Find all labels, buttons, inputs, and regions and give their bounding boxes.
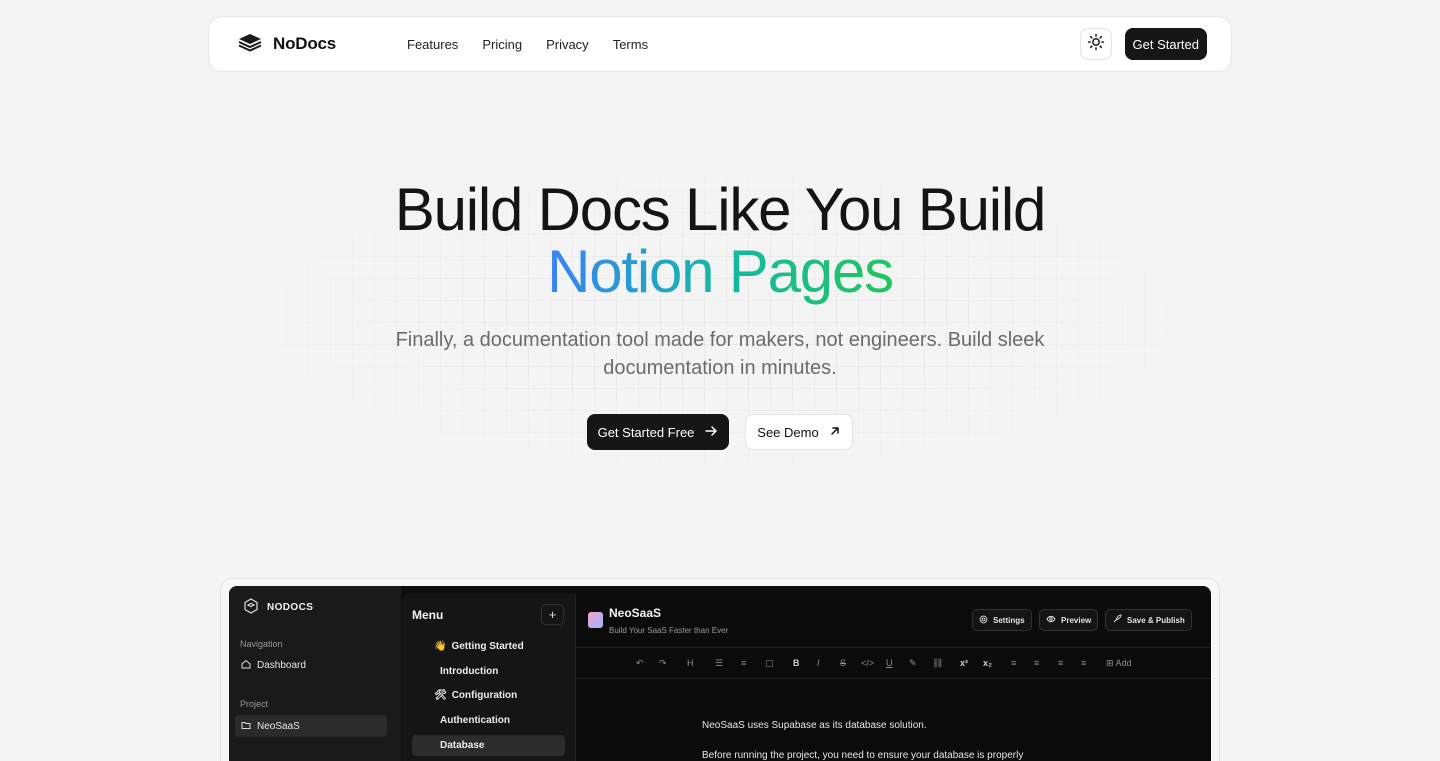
underline-button[interactable]: U: [886, 658, 893, 668]
gear-icon: [979, 615, 988, 626]
strike-button[interactable]: S: [840, 658, 846, 668]
hero-title: Build Docs Like You Build: [394, 176, 1047, 243]
add-block-label: Add: [1115, 658, 1132, 668]
align-center-icon[interactable]: ≡: [1034, 658, 1039, 668]
image-plus-icon: ⊞: [1106, 658, 1116, 668]
brand-name: NoDocs: [273, 34, 337, 53]
app-preview: NODOCS Navigation Dashboard Project NeoS…: [229, 586, 1211, 761]
redo-icon[interactable]: ↷: [659, 658, 667, 669]
top-navbar: NoDocs Features Pricing Privacy Terms Ge…: [208, 16, 1232, 72]
doc-paragraph[interactable]: Before running the project, you need to …: [702, 750, 1023, 761]
bold-button[interactable]: B: [793, 658, 800, 668]
nav-link-terms[interactable]: Terms: [613, 37, 648, 52]
menu-item-label: Configuration: [451, 690, 518, 701]
home-icon: [241, 659, 251, 672]
wave-emoji-icon: 👋: [434, 641, 447, 652]
code-button[interactable]: </>: [861, 658, 874, 668]
app-brand-name: NODOCS: [267, 602, 314, 613]
theme-toggle-button[interactable]: [1079, 28, 1112, 60]
bullet-list-icon[interactable]: ☰: [715, 658, 723, 669]
folder-icon: [241, 720, 251, 733]
doc-editor: NeoSaaS Build Your SaaS Faster than Ever…: [575, 594, 1211, 761]
quote-icon[interactable]: ▢: [765, 658, 774, 669]
menu-title: Menu: [412, 608, 444, 622]
sidebar-item-label: Dashboard: [257, 659, 306, 671]
settings-label: Settings: [993, 615, 1025, 625]
menu-item-label: Introduction: [440, 666, 499, 677]
layers-logo-icon: [237, 32, 263, 57]
sidebar-item-dashboard[interactable]: Dashboard: [235, 654, 387, 676]
menu-item-getting-started[interactable]: 👋 Getting Started: [412, 636, 565, 657]
align-left-icon[interactable]: ≡: [1011, 658, 1016, 668]
heading-button[interactable]: H: [687, 658, 694, 668]
nav-link-privacy[interactable]: Privacy: [546, 37, 589, 52]
preview-button[interactable]: Preview: [1039, 609, 1099, 631]
menu-item-authentication[interactable]: Authentication: [412, 710, 565, 731]
menu-item-database[interactable]: Database: [412, 735, 565, 756]
menu-item-introduction[interactable]: Introduction: [412, 661, 565, 682]
nav-link-pricing[interactable]: Pricing: [482, 37, 522, 52]
sidebar-item-label: NeoSaaS: [257, 720, 300, 732]
doc-paragraph[interactable]: NeoSaaS uses Supabase as its database so…: [702, 720, 927, 731]
see-demo-label: See Demo: [757, 424, 819, 440]
doc-subtitle: Build Your SaaS Faster than Ever: [609, 626, 729, 635]
add-block-button[interactable]: ⊞ Add: [1106, 658, 1132, 669]
undo-icon[interactable]: ↶: [636, 658, 644, 669]
sidebar-item-project[interactable]: NeoSaaS: [235, 715, 387, 737]
settings-button[interactable]: Settings: [972, 609, 1032, 631]
hero-title-accent: Notion Pages: [0, 242, 1440, 302]
align-right-icon[interactable]: ≡: [1058, 658, 1063, 668]
nav-section-label: Navigation: [240, 639, 283, 649]
subscript-button[interactable]: x₂: [983, 658, 992, 668]
arrow-up-right-icon: [829, 425, 841, 440]
app-brand: NODOCS: [243, 598, 313, 617]
get-started-button[interactable]: Get Started: [1124, 28, 1207, 60]
editor-header: NeoSaaS Build Your SaaS Faster than Ever…: [576, 594, 1211, 648]
superscript-button[interactable]: x²: [960, 658, 968, 668]
brand[interactable]: NoDocs: [237, 32, 407, 57]
align-justify-icon[interactable]: ≡: [1081, 658, 1086, 668]
doc-title: NeoSaaS: [609, 606, 662, 620]
highlight-icon[interactable]: ✎: [909, 658, 917, 669]
project-logo-icon: [588, 612, 603, 628]
eye-icon: [1046, 615, 1056, 625]
see-demo-button[interactable]: See Demo: [745, 414, 853, 450]
hero-grid-background: [0, 80, 1440, 560]
get-started-free-button[interactable]: Get Started Free: [587, 414, 729, 450]
save-publish-button[interactable]: Save & Publish: [1105, 609, 1192, 631]
docs-menu: Menu + 👋 Getting Started Introduction 🛠 …: [402, 594, 575, 761]
hero-title-accent-text: Notion Pages: [547, 238, 894, 305]
ordered-list-icon[interactable]: ≡: [741, 658, 746, 668]
app-sidebar: NODOCS Navigation Dashboard Project NeoS…: [229, 586, 401, 761]
arrow-right-icon: [704, 424, 718, 441]
sun-icon: [1087, 33, 1105, 56]
save-publish-label: Save & Publish: [1127, 615, 1185, 625]
menu-item-label: Getting Started: [451, 641, 524, 652]
nav-link-features[interactable]: Features: [407, 37, 458, 52]
get-started-free-label: Get Started Free: [597, 424, 695, 440]
preview-label: Preview: [1061, 615, 1092, 625]
formatting-toolbar: ↶ ↷ H ☰ ≡ ▢ B I S </> U ✎ ⛓ x² x₂ ≡ ≡ ≡ …: [576, 649, 1211, 679]
nav-links: Features Pricing Privacy Terms: [407, 37, 648, 52]
hexagon-logo-icon: [243, 598, 259, 617]
rocket-icon: [1112, 614, 1122, 626]
add-page-button[interactable]: +: [541, 604, 564, 625]
menu-item-label: Database: [440, 740, 485, 751]
menu-item-label: Authentication: [440, 715, 510, 726]
tools-emoji-icon: 🛠: [434, 690, 447, 701]
link-icon[interactable]: ⛓: [932, 658, 943, 669]
project-section-label: Project: [240, 699, 269, 709]
italic-button[interactable]: I: [817, 658, 820, 668]
menu-item-configuration[interactable]: 🛠 Configuration: [412, 685, 565, 706]
hero-subtitle: Finally, a documentation tool made for m…: [395, 329, 1045, 379]
